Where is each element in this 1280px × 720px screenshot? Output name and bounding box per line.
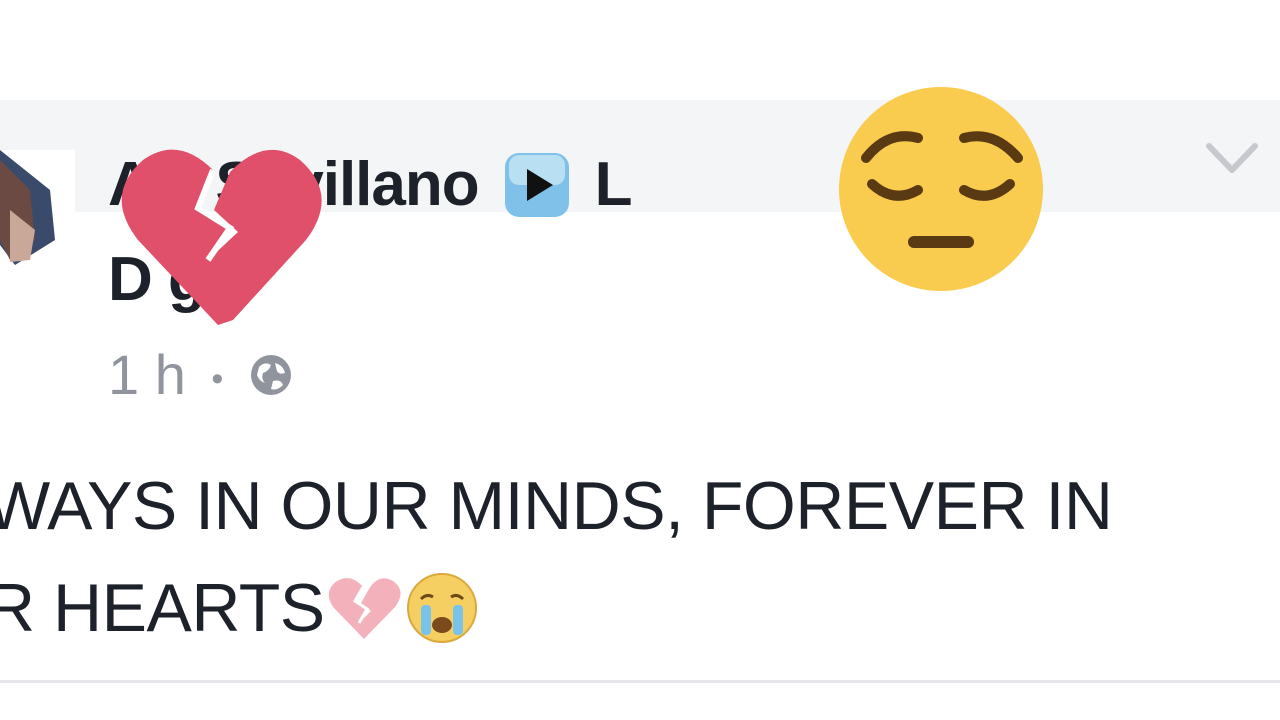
pensive-face-sticker-icon (839, 87, 1043, 291)
author-name-suffix[interactable]: L (595, 150, 633, 219)
chevron-down-icon[interactable] (1205, 140, 1259, 176)
broken-heart-emoji (328, 578, 401, 640)
post-text-line1: WAYS IN OUR MINDS, FOREVER IN (0, 468, 1113, 544)
post-meta: 1 h • (108, 340, 293, 414)
globe-icon (250, 355, 291, 396)
post-body: WAYS IN OUR MINDS, FOREVER IN R HEARTS (0, 455, 1113, 659)
meta-separator: • (211, 360, 224, 399)
post-divider (0, 680, 1280, 683)
post-text-line2-words: R HEARTS (0, 570, 325, 646)
crying-face-emoji (406, 573, 477, 644)
post-text-line2: R HEARTS (0, 557, 1112, 659)
broken-heart-sticker-icon (121, 149, 322, 325)
play-button-icon (504, 152, 569, 217)
avatar[interactable] (0, 150, 75, 310)
post-timestamp[interactable]: 1 h (108, 343, 186, 406)
